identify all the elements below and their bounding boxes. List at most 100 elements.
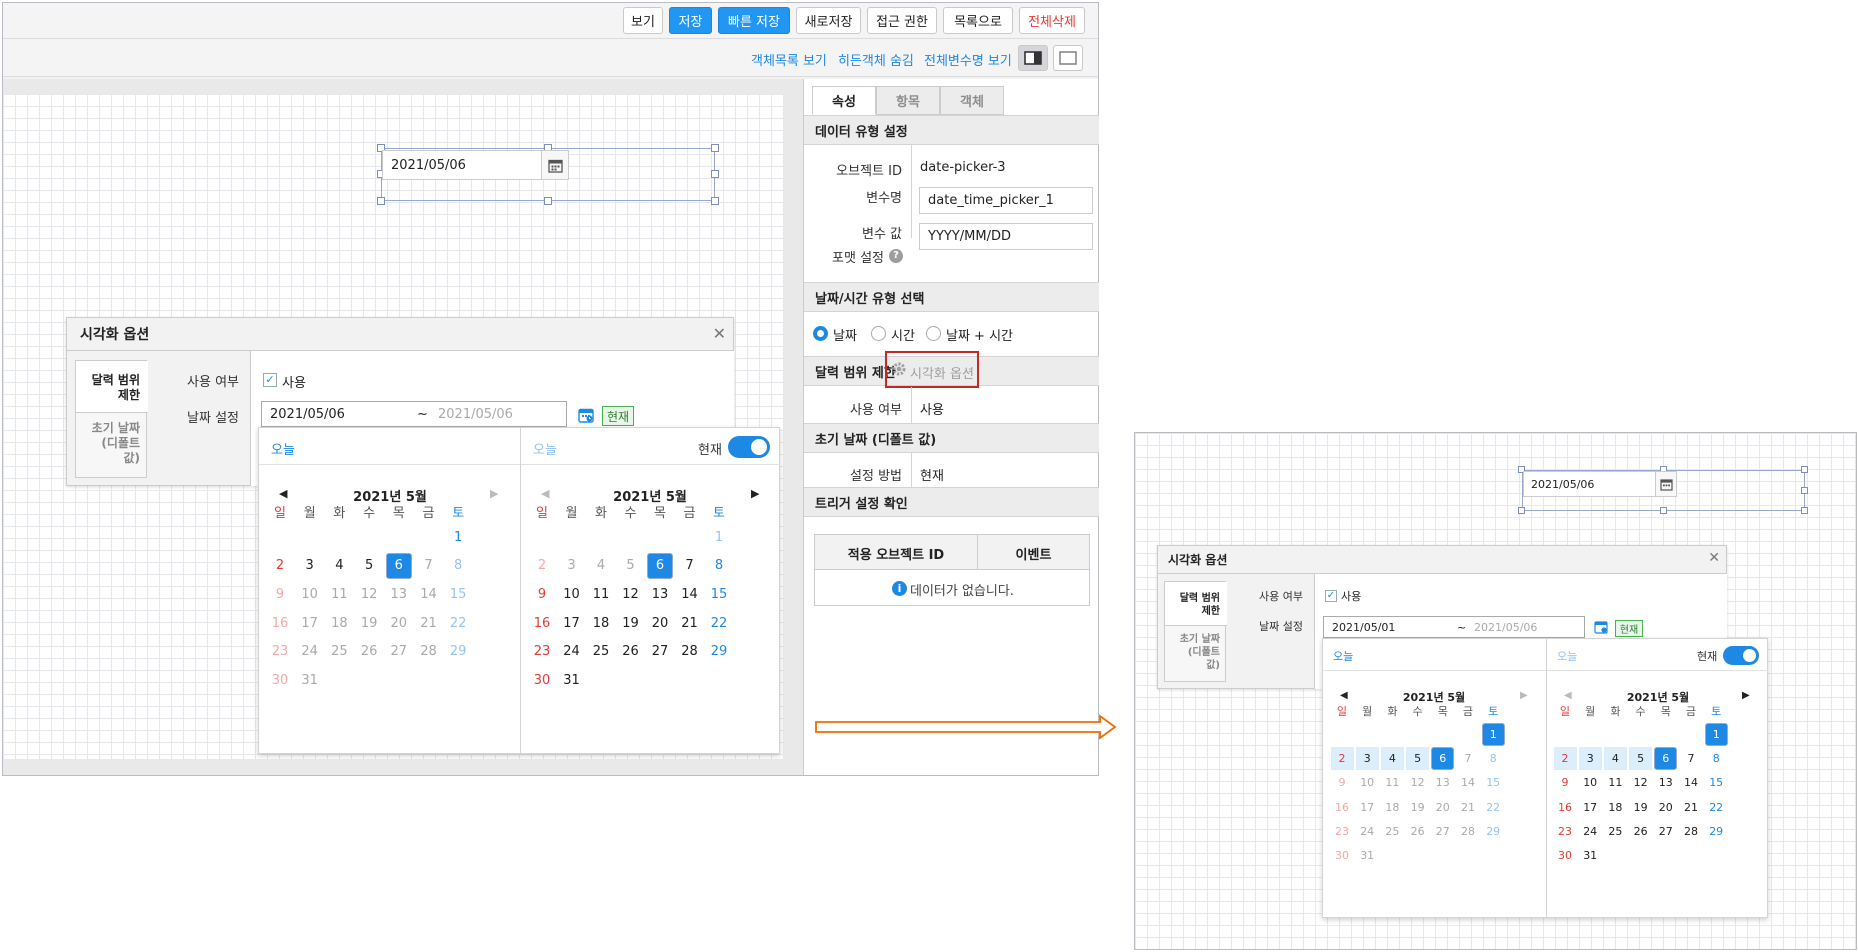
side-item-initial[interactable]: 초기 날짜 (디폴트 값) <box>76 421 146 466</box>
single-view-button[interactable] <box>1053 45 1083 71</box>
delete-all-button[interactable]: 전체삭제 <box>1019 7 1085 34</box>
calendar-day[interactable]: 25 <box>1604 820 1627 843</box>
calendar-button[interactable] <box>541 150 569 180</box>
now-toggle[interactable] <box>1723 646 1759 665</box>
resize-handle[interactable] <box>711 170 719 178</box>
calendar-day[interactable]: 2 <box>1553 747 1577 771</box>
use-checkbox[interactable]: ✓ <box>263 373 277 387</box>
calendar-day[interactable]: 5 <box>1406 747 1430 771</box>
calendar-day[interactable]: 1 <box>1481 723 1505 746</box>
calendar-day[interactable]: 4 <box>1380 747 1404 771</box>
calendar-day[interactable]: 26 <box>618 639 644 665</box>
calendar-day[interactable]: 24 <box>1579 820 1602 843</box>
calendar-day[interactable]: 12 <box>618 581 644 607</box>
calendar-day[interactable]: 16 <box>529 610 555 636</box>
radio-time[interactable] <box>871 326 886 341</box>
calendar-day[interactable]: 17 <box>559 610 585 636</box>
calendar-day[interactable]: 14 <box>677 581 703 607</box>
side-item-range[interactable]: 달력 범위 제한 <box>76 373 146 403</box>
calendar-day[interactable]: 3 <box>297 553 323 579</box>
calendar-day[interactable]: 10 <box>1579 771 1602 794</box>
calendar-day[interactable]: 29 <box>1705 820 1728 843</box>
calendar-day[interactable]: 31 <box>559 668 585 694</box>
calendar-day[interactable]: 23 <box>529 639 555 665</box>
resize-handle[interactable] <box>1801 487 1808 494</box>
calendar-day[interactable]: 3 <box>1355 747 1379 771</box>
calendar-day[interactable]: 24 <box>559 639 585 665</box>
calendar-day[interactable]: 21 <box>1680 796 1703 819</box>
resize-handle[interactable] <box>1801 507 1808 514</box>
today-link[interactable]: 오늘 <box>533 439 557 458</box>
prev-month-icon[interactable]: ◀ <box>1564 690 1572 701</box>
calendar-day[interactable]: 27 <box>647 639 673 665</box>
today-link[interactable]: 오늘 <box>271 439 295 458</box>
calendar-day[interactable]: 9 <box>529 581 555 607</box>
side-item-initial[interactable]: 초기 날짜 (디폴트 값) <box>1165 633 1225 672</box>
radio-date[interactable] <box>813 326 828 341</box>
calendar-day[interactable]: 5 <box>1629 747 1653 771</box>
split-view-button[interactable] <box>1018 45 1048 71</box>
calendar-day[interactable]: 19 <box>1629 796 1652 819</box>
calendar-day[interactable]: 13 <box>647 581 673 607</box>
close-icon[interactable]: ✕ <box>1708 550 1720 566</box>
date-range-input[interactable]: 2021/05/06 ~ 2021/05/06 <box>261 401 567 427</box>
calendar-day[interactable]: 13 <box>1654 771 1677 794</box>
date-range-input[interactable]: 2021/05/01 ~ 2021/05/06 <box>1323 616 1585 638</box>
calendar-icon[interactable] <box>1594 620 1608 634</box>
side-item-range[interactable]: 달력 범위 제한 <box>1165 592 1225 618</box>
access-permission-button[interactable]: 접근 권한 <box>867 7 937 34</box>
resize-handle[interactable] <box>711 197 719 205</box>
calendar-day[interactable]: 22 <box>1705 796 1728 819</box>
calendar-day[interactable]: 23 <box>1554 820 1577 843</box>
calendar-day[interactable]: 12 <box>1629 771 1652 794</box>
prev-month-icon[interactable]: ◀ <box>541 487 549 500</box>
calendar-day[interactable]: 10 <box>559 581 585 607</box>
resize-handle[interactable] <box>1801 466 1808 473</box>
calendar-day[interactable]: 15 <box>1705 771 1728 794</box>
calendar-day[interactable]: 17 <box>1579 796 1602 819</box>
calendar-day[interactable]: 5 <box>356 553 382 579</box>
format-input[interactable]: YYYY/MM/DD <box>919 223 1093 250</box>
show-variable-names-link[interactable]: 전체변수명 보기 <box>924 50 1012 69</box>
today-link[interactable]: 오늘 <box>1333 648 1353 664</box>
resize-handle[interactable] <box>1660 507 1667 514</box>
calendar-button[interactable] <box>1655 471 1677 497</box>
close-icon[interactable]: ✕ <box>713 324 726 343</box>
calendar-day[interactable]: 14 <box>1680 771 1703 794</box>
use-checkbox[interactable]: ✓ <box>1325 590 1337 602</box>
calendar-day[interactable]: 8 <box>1705 747 1728 770</box>
quick-save-button[interactable]: 빠른 저장 <box>718 7 790 34</box>
hide-hidden-objects-link[interactable]: 히든객체 숨김 <box>838 50 914 69</box>
calendar-day[interactable]: 30 <box>529 668 555 694</box>
back-to-list-button[interactable]: 목록으로 <box>943 7 1013 34</box>
calendar-day[interactable]: 4 <box>326 553 352 579</box>
calendar-day[interactable]: 18 <box>1604 796 1627 819</box>
calendar-day[interactable]: 4 <box>1603 747 1627 771</box>
view-button[interactable]: 보기 <box>623 7 663 34</box>
tab-properties[interactable]: 속성 <box>812 86 876 115</box>
calendar-day[interactable]: 6 <box>385 552 412 579</box>
today-link[interactable]: 오늘 <box>1557 648 1577 664</box>
prev-month-icon[interactable]: ◀ <box>1340 690 1348 701</box>
save-button[interactable]: 저장 <box>669 7 712 34</box>
calendar-day[interactable]: 6 <box>647 552 673 579</box>
save-as-button[interactable]: 새로저장 <box>796 7 861 34</box>
calendar-day[interactable]: 1 <box>445 524 471 550</box>
calendar-day[interactable]: 15 <box>706 581 732 607</box>
next-month-icon[interactable]: ▶ <box>490 487 498 500</box>
calendar-day[interactable]: 1 <box>1704 723 1728 746</box>
calendar-day[interactable]: 30 <box>1554 844 1577 867</box>
calendar-day[interactable]: 25 <box>588 639 614 665</box>
calendar-icon[interactable] <box>578 407 594 423</box>
calendar-day[interactable]: 21 <box>677 610 703 636</box>
calendar-day[interactable]: 27 <box>1654 820 1677 843</box>
now-toggle[interactable] <box>728 436 770 458</box>
calendar-day[interactable]: 20 <box>647 610 673 636</box>
calendar-day[interactable]: 16 <box>1554 796 1577 819</box>
calendar-day[interactable]: 6 <box>1431 747 1455 771</box>
tab-items[interactable]: 항목 <box>876 86 940 115</box>
next-month-icon[interactable]: ▶ <box>751 487 759 500</box>
calendar-day[interactable]: 7 <box>1680 747 1703 770</box>
prev-month-icon[interactable]: ◀ <box>279 487 287 500</box>
datepicker-input[interactable]: 2021/05/06 <box>1523 471 1656 497</box>
